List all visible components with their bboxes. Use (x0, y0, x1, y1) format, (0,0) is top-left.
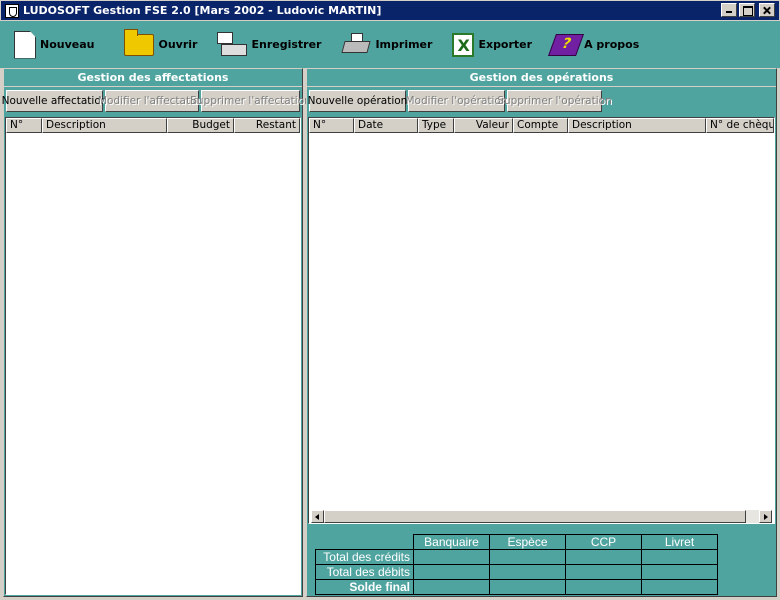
column-header-remaining[interactable]: Restant (234, 118, 300, 133)
about-label: A propos (584, 38, 640, 51)
column-header-budget[interactable]: Budget (167, 118, 234, 133)
minimize-button[interactable] (721, 3, 737, 17)
excel-icon (452, 32, 475, 57)
scroll-thumb[interactable] (324, 510, 746, 523)
scroll-left-icon[interactable] (311, 510, 324, 523)
operations-header: Gestion des opérations (307, 69, 776, 87)
new-button[interactable]: Nouveau (14, 30, 95, 59)
open-label: Ouvrir (158, 38, 198, 51)
affectations-header: Gestion des affectations (4, 69, 302, 87)
total-cell (641, 579, 718, 595)
folder-icon (124, 28, 155, 56)
total-cell (641, 549, 718, 565)
column-header-number[interactable]: N° (309, 118, 354, 133)
open-button[interactable]: Ouvrir (124, 28, 198, 56)
column-header-check-number[interactable]: N° de chèque (706, 118, 774, 133)
column-header-account[interactable]: Compte (513, 118, 568, 133)
table-row: Solde final (315, 579, 718, 595)
column-header-date[interactable]: Date (354, 118, 418, 133)
new-label: Nouveau (40, 38, 95, 51)
total-cell (489, 579, 566, 595)
total-cell (489, 564, 566, 580)
total-cell (413, 564, 490, 580)
total-cell (565, 579, 642, 595)
total-cell (413, 579, 490, 595)
close-button[interactable] (759, 3, 775, 17)
window-title: LUDOSOFT Gestion FSE 2.0 [Mars 2002 - Lu… (23, 4, 382, 17)
save-computer-icon (217, 31, 248, 58)
new-operation-button[interactable]: Nouvelle opération (308, 90, 407, 112)
total-cell (565, 564, 642, 580)
scroll-right-icon[interactable] (759, 510, 772, 523)
totals-table: Banquaire Espèce CCP Livret Total des cr… (315, 534, 718, 595)
delete-operation-button[interactable]: Supprimer l'opération (497, 90, 612, 112)
total-cell (641, 564, 718, 580)
column-header-type[interactable]: Type (418, 118, 454, 133)
total-debits-label: Total des débits (315, 564, 414, 580)
totals-header-ccp: CCP (565, 534, 642, 550)
operations-list[interactable]: N° Date Type Valeur Compte Description N… (308, 117, 775, 524)
total-cell (565, 549, 642, 565)
save-label: Enregistrer (251, 38, 322, 51)
column-header-description[interactable]: Description (568, 118, 706, 133)
affectations-list[interactable]: N° Description Budget Restant (5, 117, 301, 595)
final-balance-label: Solde final (315, 579, 414, 595)
maximize-button[interactable] (739, 3, 755, 17)
save-button[interactable]: Enregistrer (217, 31, 322, 58)
column-header-number[interactable]: N° (6, 118, 42, 133)
totals-header-cash: Espèce (489, 534, 566, 550)
column-header-value[interactable]: Valeur (454, 118, 513, 133)
export-label: Exporter (478, 38, 533, 51)
edit-affectation-button[interactable]: Modifier l'affectation (98, 90, 206, 112)
scroll-track[interactable] (324, 510, 759, 523)
printer-icon (341, 32, 372, 57)
print-button[interactable]: Imprimer (341, 32, 433, 57)
export-button[interactable]: Exporter (452, 32, 533, 57)
app-icon[interactable] (5, 3, 19, 18)
totals-header-savings: Livret (641, 534, 718, 550)
toolbar: Nouveau Ouvrir Enregistrer Imprimer Expo… (0, 21, 780, 68)
table-row: Total des débits (315, 564, 718, 580)
column-header-description[interactable]: Description (42, 118, 167, 133)
table-row: Total des crédits (315, 549, 718, 565)
total-cell (413, 549, 490, 565)
totals-header-bank: Banquaire (413, 534, 490, 550)
about-button[interactable]: A propos (548, 33, 640, 56)
operations-panel: Gestion des opérations Nouvelle opératio… (306, 68, 777, 597)
edit-operation-button[interactable]: Modifier l'opération (406, 90, 508, 112)
total-cell (489, 549, 566, 565)
new-document-icon (14, 30, 36, 59)
total-credits-label: Total des crédits (315, 549, 414, 565)
new-affectation-button[interactable]: Nouvelle affectation (2, 90, 107, 112)
help-book-icon (548, 33, 585, 56)
delete-affectation-button[interactable]: Supprimer l'affectation (190, 90, 311, 112)
affectations-panel: Gestion des affectations Nouvelle affect… (2, 68, 311, 597)
print-label: Imprimer (375, 38, 433, 51)
title-bar[interactable]: LUDOSOFT Gestion FSE 2.0 [Mars 2002 - Lu… (0, 0, 780, 21)
horizontal-scrollbar[interactable] (311, 510, 772, 523)
